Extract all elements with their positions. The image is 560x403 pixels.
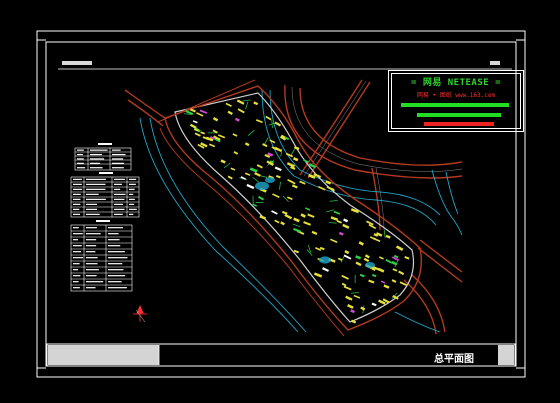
watermark-bar-1	[401, 103, 509, 107]
watermark-title: = 网易 NETEASE =	[410, 78, 502, 88]
watermark-box: = 网易 NETEASE = 网易 • 图纸 www.163.com	[388, 70, 524, 132]
cad-drawing-canvas	[36, 30, 526, 378]
header-bar-right	[490, 61, 500, 65]
table-3-heading	[96, 220, 110, 222]
header-bar-left	[62, 61, 92, 65]
watermark-subtitle: 网易 • 图纸 www.163.com	[416, 92, 496, 99]
north-arrow-icon	[133, 304, 147, 323]
table-cell-marks	[73, 149, 137, 289]
table-2-heading	[99, 172, 113, 174]
drawing-title: 总平面图	[434, 354, 474, 365]
watermark-bar-3	[424, 122, 494, 126]
data-table-2	[70, 176, 140, 218]
table-1-heading	[98, 143, 112, 145]
watermark-bar-2	[417, 113, 501, 117]
